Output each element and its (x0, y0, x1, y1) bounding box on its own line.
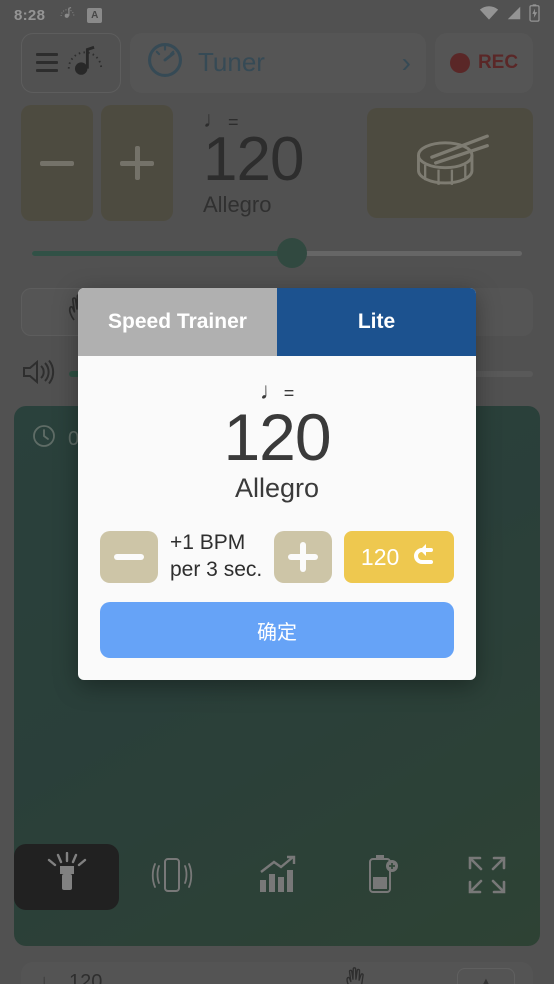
dialog-body: ♩= 120 Allegro +1 BPM per 3 sec. 120 确定 (78, 356, 476, 680)
dialog-control-row: +1 BPM per 3 sec. 120 (100, 530, 454, 584)
plus-icon (288, 542, 319, 573)
speed-trainer-dialog: Speed Trainer Lite ♩= 120 Allegro +1 BPM… (78, 288, 476, 681)
minus-icon (114, 542, 144, 572)
undo-arrow-icon (409, 541, 437, 573)
rate-increase-button[interactable] (274, 531, 333, 584)
tab-speed-trainer-label: Speed Trainer (108, 310, 247, 333)
screen-root: 8:28 A (0, 0, 554, 984)
rate-line-1: +1 BPM (170, 531, 246, 555)
dialog-tabs: Speed Trainer Lite (78, 288, 476, 356)
tab-speed-trainer[interactable]: Speed Trainer (78, 288, 277, 356)
rate-description: +1 BPM per 3 sec. (170, 530, 262, 584)
confirm-button[interactable]: 确定 (100, 602, 454, 659)
rate-line-2: per 3 sec. (170, 558, 263, 582)
reset-tempo-value: 120 (360, 543, 400, 570)
rate-decrease-button[interactable] (100, 531, 158, 584)
tab-lite-label: Lite (357, 310, 396, 333)
dialog-bpm-value: 120 (223, 400, 331, 474)
confirm-button-label: 确定 (257, 621, 297, 644)
dialog-tempo-name: Allegro (234, 473, 320, 504)
tab-lite[interactable]: Lite (277, 288, 476, 356)
reset-tempo-button[interactable]: 120 (344, 531, 454, 584)
